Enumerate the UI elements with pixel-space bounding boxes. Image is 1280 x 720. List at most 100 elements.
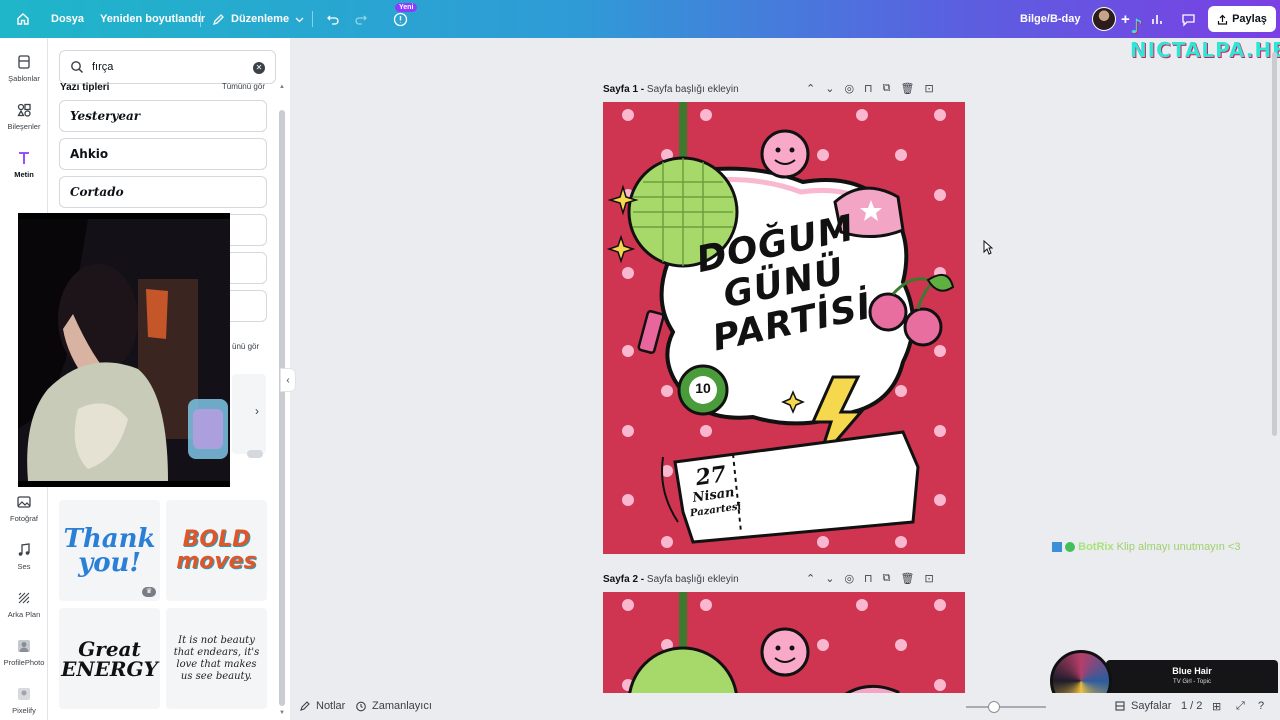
pages-button[interactable]: Sayfalar	[1114, 700, 1171, 712]
undo-button[interactable]	[326, 0, 340, 38]
font-option-ahkio[interactable]: Ahkio	[59, 138, 267, 170]
add-page-icon[interactable]: ⊡	[924, 82, 933, 95]
toggle[interactable]	[247, 450, 263, 458]
document-title[interactable]: Bilge/B-day	[1020, 0, 1081, 38]
canvas-scrollbar[interactable]	[1272, 52, 1277, 436]
whats-new-button[interactable]	[393, 0, 408, 38]
see-all-link-2[interactable]: ünü gör	[232, 342, 259, 351]
chevron-up-icon[interactable]: ⌃	[806, 82, 815, 95]
hide-icon[interactable]: ◎	[844, 572, 854, 585]
page-1-header: Sayfa 1 - Sayfa başlığı ekleyin	[603, 84, 739, 95]
notes-button[interactable]: Notlar	[299, 700, 345, 712]
text-template-tile[interactable]: Great ENERGY	[59, 608, 160, 709]
chevron-up-icon[interactable]: ⌃	[806, 572, 815, 585]
lock-icon[interactable]: ⊓	[864, 82, 873, 95]
webcam-overlay	[18, 213, 230, 487]
lock-icon[interactable]: ⊓	[864, 572, 873, 585]
fonts-section-header: Yazı tipleri Tümünü gör	[60, 82, 265, 93]
rail-item-profile-photo[interactable]: ProfilePhoto	[0, 638, 48, 667]
search-icon	[71, 61, 84, 74]
chevron-right-icon[interactable]: ›	[255, 404, 259, 418]
song-artist: TV Girl - Topic	[1173, 679, 1211, 685]
page-counter-text: 1 / 2	[1181, 700, 1203, 712]
page-2-header: Sayfa 2 - Sayfa başlığı ekleyin	[603, 574, 739, 585]
ticket-date[interactable]: 27 Nisan Pazartesi	[680, 460, 747, 522]
timer-label: Zamanlayıcı	[372, 700, 432, 712]
rail-item-background[interactable]: Arka Plan	[0, 590, 48, 619]
rail-item-text[interactable]: Metin	[0, 150, 48, 179]
text-template-tile[interactable]: It is not beauty that endears, it's love…	[166, 608, 267, 709]
font-option-yesteryear[interactable]: Yesteryear	[59, 100, 267, 132]
rail-item-label: Pixelify	[12, 706, 36, 715]
background-icon	[18, 592, 30, 604]
undo-icon	[327, 15, 339, 25]
rail-item-photo[interactable]: Fotoğraf	[0, 494, 48, 523]
alert-circle-icon	[393, 12, 408, 26]
scroll-down-icon[interactable]: ▼	[279, 710, 285, 716]
duplicate-icon[interactable]: ⧉	[883, 82, 891, 95]
stream-watermark-text: NICTALPA.HER	[1130, 38, 1280, 62]
home-button[interactable]	[16, 0, 30, 38]
avatar[interactable]	[1092, 7, 1116, 31]
chat-check-icon	[1065, 542, 1076, 553]
chevron-down-icon[interactable]: ⌄	[825, 82, 834, 95]
text-template-tile[interactable]: Thank you! ♛	[59, 500, 160, 601]
delete-icon[interactable]: 🗑	[901, 82, 915, 95]
rail-item-elements[interactable]: Bileşenler	[0, 102, 48, 131]
page-title-input[interactable]: Sayfa başlığı ekleyin	[647, 574, 739, 585]
photo-icon	[17, 496, 31, 508]
clear-search-icon[interactable]: ✕	[253, 62, 265, 74]
rail-item-label: Arka Plan	[7, 610, 41, 619]
pages-label: Sayfalar	[1131, 700, 1172, 712]
search-input[interactable]: fırça ✕	[59, 50, 276, 84]
search-input-value: fırça	[92, 61, 114, 73]
expand-icon: ⤢	[1236, 700, 1245, 712]
resize-button[interactable]: Yeniden boyutlandır	[100, 0, 205, 38]
tile-text: Great ENERGY	[61, 636, 158, 681]
edit-mode-dropdown[interactable]: Düzenleme	[212, 0, 304, 38]
design-page-2[interactable]	[603, 592, 965, 693]
page-title-input[interactable]: Sayfa başlığı ekleyin	[647, 84, 739, 95]
file-menu[interactable]: Dosya	[51, 0, 84, 38]
top-bar: Dosya Yeniden boyutlandır Düzenleme Yeni…	[0, 0, 1280, 62]
rail-item-label: ProfilePhoto	[3, 658, 45, 667]
text-template-tile[interactable]: BOLD moves	[166, 500, 267, 601]
divider	[312, 11, 313, 27]
see-all-link[interactable]: Tümünü gör	[222, 82, 265, 93]
text-icon	[19, 152, 29, 164]
delete-icon[interactable]: 🗑	[901, 572, 915, 585]
hide-icon[interactable]: ◎	[844, 82, 854, 95]
document-title-text: Bilge/B-day	[1020, 13, 1081, 25]
webcam-image	[18, 219, 230, 481]
add-page-icon[interactable]: ⊡	[924, 572, 933, 585]
redo-icon	[355, 15, 367, 25]
add-collaborator-button[interactable]: +	[1121, 0, 1130, 38]
tile-text: It is not beauty that endears, it's love…	[173, 634, 260, 682]
fonts-section-title: Yazı tipleri	[60, 82, 110, 93]
zoom-slider-thumb[interactable]	[988, 701, 1000, 713]
pencil-icon	[212, 13, 224, 25]
timer-button[interactable]: Zamanlayıcı	[355, 700, 432, 712]
text-style-tile[interactable]	[232, 374, 266, 454]
collapse-panel-button[interactable]: ‹	[280, 368, 296, 392]
rail-item-label: Şablonlar	[8, 74, 40, 83]
tile-text: Thank you!	[63, 523, 156, 578]
fullscreen-button[interactable]: ⤢	[1236, 700, 1245, 713]
font-option-cortado[interactable]: Cortado	[59, 176, 267, 208]
duplicate-icon[interactable]: ⧉	[883, 572, 891, 585]
rail-item-audio[interactable]: Ses	[0, 542, 48, 571]
scroll-up-icon[interactable]: ▲	[279, 84, 285, 90]
bottom-bar: Notlar Zamanlayıcı Sayfalar 1 / 2 ⊞ ⤢ ?	[290, 693, 1280, 720]
rail-item-pixelify[interactable]: Pixelify	[0, 686, 48, 715]
notes-label: Notlar	[316, 700, 346, 712]
help-button[interactable]: ?	[1258, 700, 1264, 712]
rail-item-templates[interactable]: Şablonlar	[0, 54, 48, 83]
help-icon: ?	[1258, 700, 1265, 712]
zoom-slider-track[interactable]	[966, 706, 1046, 708]
grid-view-button[interactable]: ⊞	[1212, 700, 1221, 713]
stream-chat-message: BotRix Klip almayı unutmayın <3	[1052, 541, 1240, 553]
panel-scrollbar[interactable]	[279, 110, 285, 706]
chevron-down-icon[interactable]: ⌄	[825, 572, 834, 585]
redo-button[interactable]	[354, 0, 368, 38]
design-page-1[interactable]: DOĞUM GÜNÜ PARTİSİ 10 27 Nisan Pazartesi	[603, 102, 965, 554]
